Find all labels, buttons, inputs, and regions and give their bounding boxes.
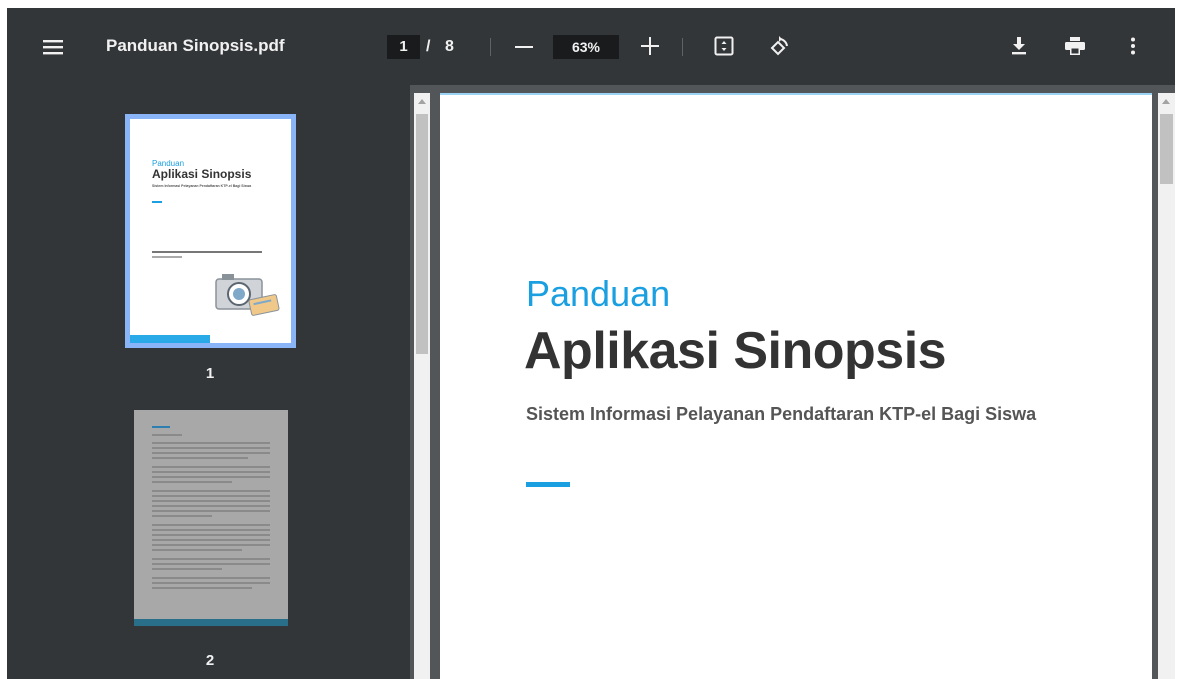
doc-subtitle: Sistem Informasi Pelayanan Pendaftaran K… xyxy=(526,404,1037,424)
mini-accent-bar xyxy=(152,201,162,203)
mini-text-line xyxy=(152,544,270,546)
fit-page-icon xyxy=(714,36,734,56)
mini-text-line xyxy=(152,515,212,517)
total-pages: 8 xyxy=(445,38,454,55)
thumbnail-label: 2 xyxy=(205,652,215,669)
more-vert-icon xyxy=(1131,37,1135,55)
mini-text-line xyxy=(152,466,270,468)
document-scrollbar[interactable] xyxy=(1158,93,1175,679)
toolbar-divider xyxy=(682,38,683,56)
mini-text-line xyxy=(152,500,270,502)
doc-kicker: Panduan xyxy=(526,273,671,314)
mini-text-line xyxy=(152,251,262,253)
mini-text-line xyxy=(152,582,270,584)
zoom-out-button[interactable] xyxy=(511,34,537,60)
mini-text-line xyxy=(152,558,270,560)
minus-icon xyxy=(515,46,533,48)
mini-subtitle: Sistem Informasi Pelayanan Pendaftaran K… xyxy=(152,184,252,188)
more-options-button[interactable] xyxy=(1121,32,1145,60)
mini-title: Aplikasi Sinopsis xyxy=(152,167,252,181)
print-icon xyxy=(1065,37,1085,55)
zoom-input[interactable]: 63% xyxy=(553,35,619,59)
mini-text-line xyxy=(152,549,242,551)
scroll-up-arrow-icon[interactable] xyxy=(1162,99,1170,104)
doc-accent-bar xyxy=(526,482,570,487)
rotate-button[interactable] xyxy=(764,32,794,62)
scrollbar-thumb[interactable] xyxy=(416,114,428,354)
mini-text-line xyxy=(152,476,270,478)
menu-icon xyxy=(43,40,63,55)
sidebar-scrollbar[interactable] xyxy=(414,93,430,679)
mini-text-line xyxy=(152,568,222,570)
mini-text-line xyxy=(152,587,252,589)
mini-text-line xyxy=(152,256,182,258)
page-number-input[interactable]: 1 xyxy=(387,35,420,59)
scrollbar-thumb[interactable] xyxy=(1160,114,1173,184)
mini-footer-gap xyxy=(210,335,291,343)
doc-title: Aplikasi Sinopsis xyxy=(524,322,947,380)
toolbar-divider xyxy=(490,38,491,56)
mini-text-line xyxy=(152,529,270,531)
document-page: Panduan Aplikasi Sinopsis Sistem Informa… xyxy=(440,93,1152,679)
mini-text-line xyxy=(152,490,270,492)
toolbar: Panduan Sinopsis.pdf 1 / 8 63% xyxy=(7,8,1175,85)
document-title: Panduan Sinopsis.pdf xyxy=(106,36,285,55)
mini-text-line xyxy=(152,505,270,507)
mini-text-line xyxy=(152,510,270,512)
fit-page-button[interactable] xyxy=(710,32,738,60)
camera-illustration-icon xyxy=(215,274,280,316)
mini-text-line xyxy=(152,539,270,541)
scroll-up-arrow-icon[interactable] xyxy=(418,99,426,104)
mini-text-line xyxy=(152,452,270,454)
mini-text-line xyxy=(152,481,232,483)
mini-heading-line xyxy=(152,426,170,428)
thumbnail-label: 1 xyxy=(205,365,215,382)
mini-text-line xyxy=(152,457,248,459)
mini-heading-line xyxy=(152,434,182,436)
thumbnail-page-2[interactable] xyxy=(134,410,288,626)
mini-text-line xyxy=(152,495,270,497)
menu-button[interactable] xyxy=(39,33,67,61)
page-separator: / xyxy=(426,38,431,55)
mini-text-line xyxy=(152,534,270,536)
print-button[interactable] xyxy=(1061,32,1089,60)
mini-text-line xyxy=(152,524,270,526)
mini-text-line xyxy=(152,471,270,473)
mini-text-line xyxy=(152,442,270,444)
download-button[interactable] xyxy=(1005,32,1033,60)
download-icon xyxy=(1012,37,1026,55)
rotate-icon xyxy=(770,36,788,56)
mini-text-line xyxy=(152,563,270,565)
mini-footer-bar xyxy=(134,619,288,626)
plus-icon xyxy=(641,37,659,55)
thumbnail-page-1[interactable]: Panduan Aplikasi Sinopsis Sistem Informa… xyxy=(125,114,296,348)
mini-text-line xyxy=(152,447,270,449)
zoom-in-button[interactable] xyxy=(636,32,664,60)
pdf-viewer: Panduan Sinopsis.pdf 1 / 8 63% Panduan A… xyxy=(7,8,1175,679)
mini-text-line xyxy=(152,577,270,579)
thumbnail-sidebar: Panduan Aplikasi Sinopsis Sistem Informa… xyxy=(7,85,410,679)
